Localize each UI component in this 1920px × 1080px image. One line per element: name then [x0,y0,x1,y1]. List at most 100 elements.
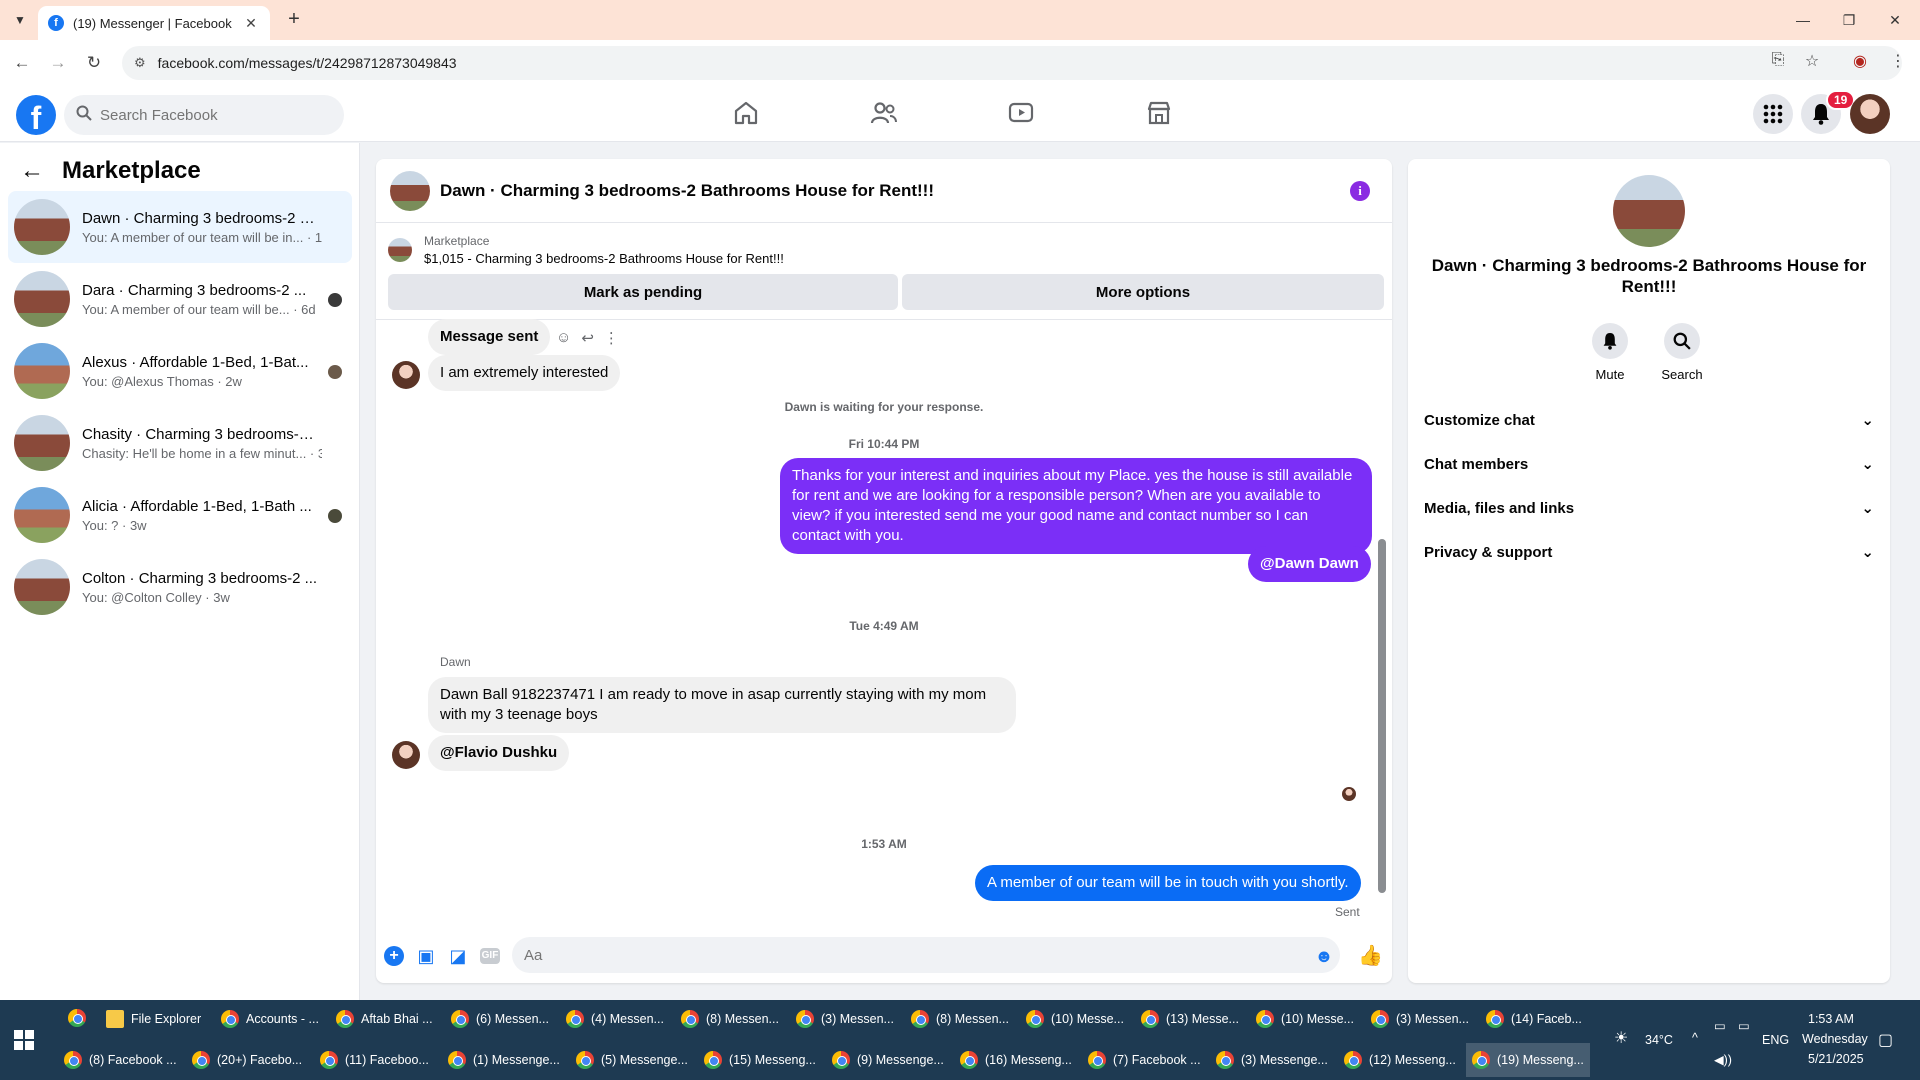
network-icon[interactable]: ▭ [1738,1018,1750,1033]
meet-now-icon[interactable]: ▭ [1714,1018,1726,1033]
address-bar[interactable]: ⚙ facebook.com/messages/t/24298712873049… [122,46,1902,80]
react-emoji-icon[interactable]: ☺ [556,329,571,347]
emoji-icon[interactable]: ☻ [1314,946,1334,966]
taskbar-window-item[interactable]: (6) Messen... [445,1002,556,1036]
back-button[interactable]: ← [10,51,34,75]
conversation-info-icon[interactable]: i [1350,181,1370,201]
taskbar-window-item[interactable]: (13) Messe... [1135,1002,1246,1036]
taskbar-window-item[interactable]: (8) Facebook ... [58,1043,182,1077]
chevron-up-icon[interactable]: ^ [1692,1031,1698,1045]
clock-time[interactable]: 1:53 AM [1808,1012,1854,1026]
reload-button[interactable]: ↻ [82,51,106,75]
friends-nav-icon[interactable] [869,98,899,128]
attach-photo-icon[interactable]: ▣ [416,946,436,966]
language-indicator[interactable]: ENG [1762,1033,1789,1047]
seen-avatar-icon [328,509,342,523]
like-thumb-icon[interactable]: 👍 [1358,946,1383,966]
taskbar-window-item[interactable]: (1) Messenge... [442,1043,566,1077]
scrollbar-thumb[interactable] [1378,539,1386,893]
message-input[interactable] [512,937,1340,973]
taskbar-window-item[interactable]: (5) Messenge... [570,1043,694,1077]
info-listing-thumbnail[interactable] [1613,175,1685,247]
chat-listing-thumbnail[interactable] [390,170,430,211]
reply-icon[interactable]: ↩ [581,329,594,347]
taskbar-window-item[interactable]: (9) Messenge... [826,1043,950,1077]
listing-title[interactable]: $1,015 - Charming 3 bedrooms-2 Bathrooms… [424,251,784,266]
taskbar-window-item[interactable]: (4) Messen... [560,1002,671,1036]
conversation-item[interactable]: Alicia · Affordable 1-Bed, 1-Bath ... You… [8,479,352,551]
mark-as-pending-button[interactable]: Mark as pending [388,274,898,310]
taskbar-window-item[interactable]: Aftab Bhai ... [330,1002,441,1036]
privacy-support-row[interactable]: Privacy & support ⌄ [1424,534,1874,570]
temperature[interactable]: 34°C [1645,1033,1673,1047]
forward-button[interactable]: → [46,51,70,75]
chat-members-row[interactable]: Chat members ⌄ [1424,446,1874,482]
conversation-item[interactable]: Alexus · Affordable 1-Bed, 1-Bat... You: … [8,335,352,407]
restore-button[interactable]: ❐ [1826,6,1872,34]
facebook-search[interactable] [64,95,344,135]
install-app-icon[interactable]: ⎘ [1766,51,1790,69]
conversation-item[interactable]: Colton · Charming 3 bedrooms-2 ... You: @… [8,551,352,623]
sender-name: Dawn [440,655,471,669]
taskbar-window-item[interactable]: (16) Messeng... [954,1043,1078,1077]
gif-icon[interactable]: GIF [480,948,500,964]
taskbar-window-item[interactable]: (8) Messen... [675,1002,786,1036]
taskbar-window-item[interactable]: (3) Messen... [790,1002,901,1036]
taskbar-window-item[interactable]: (10) Messe... [1250,1002,1361,1036]
home-nav-icon[interactable] [731,98,761,128]
taskbar-window-item[interactable]: (7) Facebook ... [1082,1043,1206,1077]
taskbar-window-item[interactable]: (12) Messeng... [1338,1043,1462,1077]
more-options-button[interactable]: More options [902,274,1384,310]
search-icon[interactable] [1664,323,1700,359]
taskbar-window-item[interactable]: (19) Messeng... [1466,1043,1590,1077]
chevron-down-icon: ⌄ [1861,544,1874,561]
menu-grid-icon[interactable] [1753,94,1793,134]
browser-menu-icon[interactable]: ⋮ [1886,51,1910,71]
tab-list-button[interactable]: ▼ [8,8,32,32]
site-info-icon[interactable]: ⚙ [134,55,146,71]
chat-title[interactable]: Dawn · Charming 3 bedrooms-2 Bathrooms H… [440,181,934,201]
conversation-item[interactable]: Dawn · Charming 3 bedrooms-2 B... You: A … [8,191,352,263]
search-input[interactable] [100,106,320,124]
profile-icon[interactable]: ◉ [1848,51,1872,71]
taskbar-window-item[interactable]: Accounts - ... [215,1002,326,1036]
mute-bell-icon[interactable] [1592,323,1628,359]
conversation-item[interactable]: Chasity · Charming 3 bedrooms-2 ... Chasi… [8,407,352,479]
taskbar-window-item[interactable]: File Explorer [100,1002,211,1036]
tab-close-icon[interactable]: ✕ [242,15,260,32]
new-tab-button[interactable]: + [282,8,306,32]
taskbar-window-item[interactable]: (20+) Facebo... [186,1043,310,1077]
account-avatar[interactable] [1850,94,1890,134]
media-files-links-row[interactable]: Media, files and links ⌄ [1424,490,1874,526]
search-action[interactable]: Search [1652,323,1712,382]
notification-center-icon[interactable]: ▢ [1878,1030,1893,1050]
clock-date[interactable]: 5/21/2025 [1808,1052,1864,1066]
taskbar-window-item[interactable]: (15) Messeng... [698,1043,822,1077]
conversation-item[interactable]: Dara · Charming 3 bedrooms-2 ... You: A m… [8,263,352,335]
facebook-logo-icon[interactable]: f [16,95,56,136]
sticker-icon[interactable]: ◪ [448,946,468,966]
back-arrow-icon[interactable]: ← [20,157,44,185]
taskbar-window-item[interactable]: (8) Messen... [905,1002,1016,1036]
more-actions-icon[interactable]: ⋮ [604,329,619,347]
taskbar-weather-app[interactable] [62,1001,100,1035]
marketplace-nav-icon[interactable] [1144,98,1174,128]
taskbar-window-item[interactable]: (11) Faceboo... [314,1043,438,1077]
taskbar-window-item[interactable]: (3) Messenge... [1210,1043,1334,1077]
video-nav-icon[interactable] [1006,98,1036,128]
bookmark-star-icon[interactable]: ☆ [1800,51,1824,71]
add-more-icon[interactable]: + [384,946,404,966]
clock-day[interactable]: Wednesday [1802,1032,1868,1046]
close-window-button[interactable]: ✕ [1872,6,1918,34]
browser-tab-active[interactable]: f (19) Messenger | Facebook ✕ [38,6,270,40]
customize-chat-row[interactable]: Customize chat ⌄ [1424,402,1874,438]
windows-start-icon[interactable] [14,1030,34,1050]
taskbar-window-item[interactable]: (10) Messe... [1020,1002,1131,1036]
mute-action[interactable]: Mute [1580,323,1640,382]
weather-icon[interactable]: ☀ [1614,1028,1628,1048]
minimize-button[interactable]: — [1780,6,1826,34]
taskbar-window-item[interactable]: (3) Messen... [1365,1002,1476,1036]
volume-icon[interactable]: ◀)) [1714,1052,1732,1067]
taskbar-window-item[interactable]: (14) Faceb... [1480,1002,1591,1036]
message-scrollbar[interactable] [1378,329,1386,899]
